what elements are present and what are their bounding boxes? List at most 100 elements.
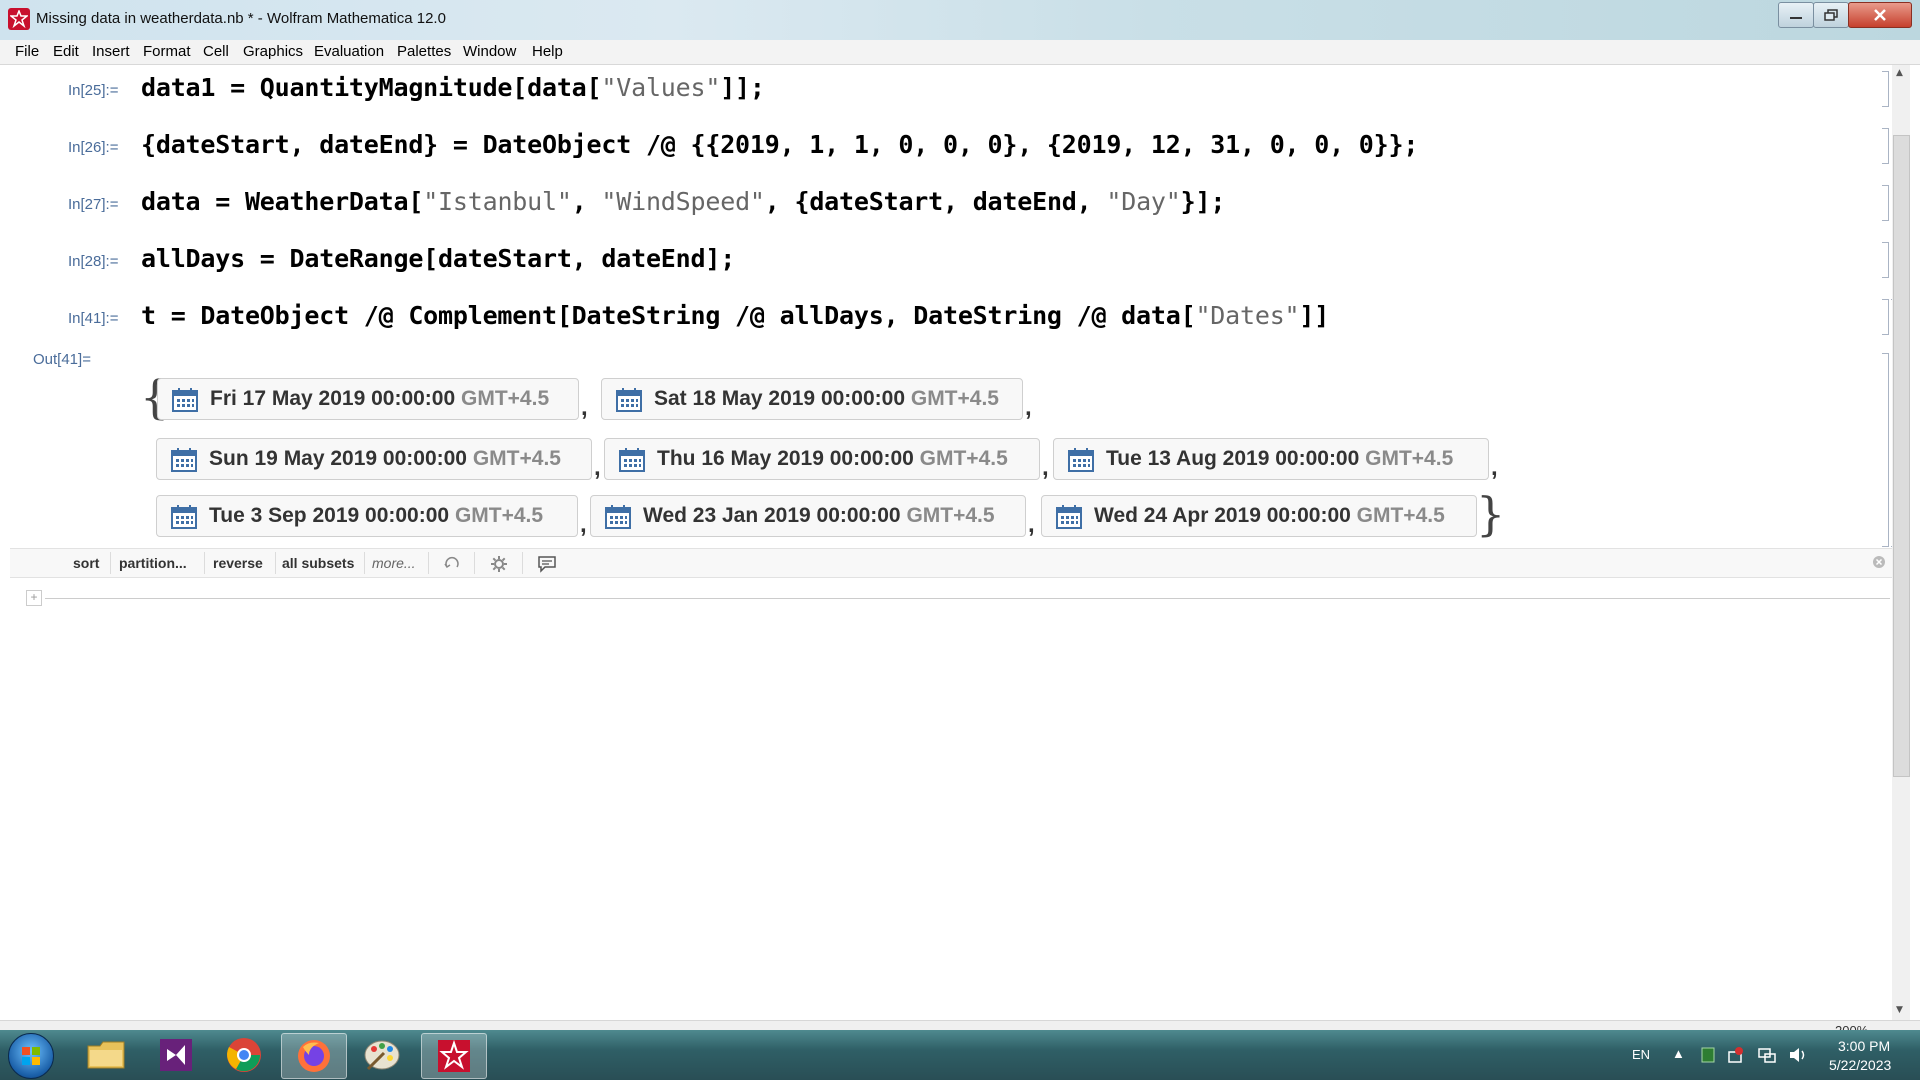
input-label: In[28]:= — [68, 253, 119, 270]
language-indicator[interactable]: EN — [1632, 1047, 1650, 1062]
minimize-button[interactable] — [1778, 2, 1814, 28]
cell-insertion-line — [45, 598, 1890, 599]
cell-bracket[interactable] — [1882, 128, 1889, 164]
comma: , — [1042, 454, 1049, 481]
timezone-text: GMT+4.5 — [1365, 447, 1454, 470]
insert-cell-button[interactable]: + — [26, 590, 42, 606]
taskbar-chrome[interactable] — [212, 1033, 276, 1077]
tray-app-icon[interactable] — [1700, 1046, 1716, 1064]
date-object[interactable]: Thu 16 May 2019 00:00:00 GMT+4.5 — [604, 438, 1040, 480]
maximize-button[interactable] — [1813, 2, 1849, 28]
clock-time[interactable]: 3:00 PM — [1838, 1038, 1890, 1054]
volume-icon[interactable] — [1788, 1046, 1808, 1064]
date-object[interactable]: Tue 13 Aug 2019 00:00:00 GMT+4.5 — [1053, 438, 1489, 480]
taskbar-firefox[interactable] — [281, 1033, 347, 1079]
date-text: Wed 23 Jan 2019 00:00:00 — [643, 504, 901, 527]
input-label: In[25]:= — [68, 82, 119, 99]
date-text: Wed 24 Apr 2019 00:00:00 — [1094, 504, 1351, 527]
taskbar-visual-studio[interactable] — [144, 1033, 208, 1077]
calendar-icon — [1068, 448, 1094, 472]
date-object[interactable]: Sat 18 May 2019 00:00:00 GMT+4.5 — [601, 378, 1023, 420]
date-text: Thu 16 May 2019 00:00:00 — [657, 447, 914, 470]
close-icon — [1874, 9, 1886, 21]
cell-bracket[interactable] — [1882, 185, 1889, 221]
comma: , — [581, 394, 588, 421]
cell-bracket[interactable] — [1882, 71, 1889, 107]
input-cell-code[interactable]: {dateStart, dateEnd} = DateObject /@ {{2… — [141, 130, 1418, 159]
menu-file[interactable]: File — [15, 43, 39, 60]
timezone-text: GMT+4.5 — [454, 504, 544, 527]
scrollbar-thumb[interactable] — [1893, 135, 1910, 777]
input-cell-code[interactable]: data = WeatherData["Istanbul", "WindSpee… — [141, 187, 1225, 216]
mathematica-icon — [438, 1039, 470, 1072]
suggestion-reverse[interactable]: reverse — [213, 555, 263, 571]
suggestion-sort[interactable]: sort — [73, 555, 99, 571]
output-label: Out[41]= — [33, 351, 91, 368]
menu-window[interactable]: Window — [463, 43, 516, 60]
history-icon[interactable] — [443, 555, 461, 571]
action-center-icon[interactable] — [1726, 1046, 1744, 1064]
scroll-down-icon[interactable]: ▼ — [1896, 1005, 1903, 1015]
date-object[interactable]: Sun 19 May 2019 00:00:00 GMT+4.5 — [156, 438, 592, 480]
input-cell-code[interactable]: t = DateObject /@ Complement[DateString … — [141, 301, 1329, 330]
taskbar-file-explorer[interactable] — [74, 1033, 138, 1077]
date-object[interactable]: Wed 23 Jan 2019 00:00:00 GMT+4.5 — [590, 495, 1026, 537]
date-text: Tue 13 Aug 2019 00:00:00 — [1106, 447, 1360, 470]
show-hidden-icons[interactable]: ▲ — [1672, 1046, 1685, 1061]
date-object[interactable]: Tue 3 Sep 2019 00:00:00 GMT+4.5 — [156, 495, 578, 537]
timezone-text: GMT+4.5 — [906, 504, 995, 527]
timezone-text: GMT+4.5 — [910, 387, 999, 410]
comma: , — [1025, 394, 1032, 421]
cell-bracket[interactable] — [1882, 242, 1889, 278]
calendar-icon — [619, 448, 645, 472]
scroll-up-icon[interactable]: ▲ — [1896, 68, 1903, 78]
comma: , — [1491, 454, 1498, 481]
input-cell-code[interactable]: data1 = QuantityMagnitude[data["Values"]… — [141, 73, 765, 102]
start-button[interactable] — [8, 1033, 54, 1079]
input-label: In[27]:= — [68, 196, 119, 213]
firefox-icon — [298, 1040, 330, 1072]
suggestion-all-subsets[interactable]: all subsets — [282, 555, 354, 571]
timezone-text: GMT+4.5 — [919, 447, 1008, 470]
timezone-text: GMT+4.5 — [472, 447, 561, 470]
folder-icon — [87, 1041, 125, 1069]
menu-edit[interactable]: Edit — [53, 43, 79, 60]
close-brace: } — [1476, 487, 1506, 541]
calendar-icon — [171, 505, 197, 529]
menu-format[interactable]: Format — [143, 43, 191, 60]
cell-bracket[interactable] — [1882, 299, 1889, 335]
window-title: Missing data in weatherdata.nb * - Wolfr… — [36, 10, 446, 27]
mathematica-icon[interactable] — [8, 8, 30, 30]
date-text: Sat 18 May 2019 00:00:00 — [654, 387, 906, 410]
date-object[interactable]: Wed 24 Apr 2019 00:00:00 GMT+4.5 — [1041, 495, 1477, 537]
suggestion-more[interactable]: more... — [372, 555, 416, 571]
timezone-text: GMT+4.5 — [1356, 504, 1445, 527]
menu-evaluation[interactable]: Evaluation — [314, 43, 384, 60]
menu-insert[interactable]: Insert — [92, 43, 130, 60]
date-text: Tue 3 Sep 2019 00:00:00 — [209, 504, 450, 527]
feedback-icon[interactable] — [537, 555, 557, 573]
vertical-scrollbar[interactable]: ▲ ▼ — [1892, 65, 1910, 1020]
chrome-icon — [227, 1038, 261, 1072]
menu-palettes[interactable]: Palettes — [397, 43, 451, 60]
date-object[interactable]: Fri 17 May 2019 00:00:00 GMT+4.5 — [157, 378, 579, 420]
timezone-text: GMT+4.5 — [461, 387, 550, 410]
menu-graphics[interactable]: Graphics — [243, 43, 303, 60]
network-icon[interactable] — [1757, 1046, 1777, 1064]
comma: , — [594, 454, 601, 481]
minimize-icon — [1790, 17, 1802, 19]
date-text: Fri 17 May 2019 00:00:00 — [210, 387, 456, 410]
close-button[interactable] — [1848, 2, 1912, 28]
input-label: In[26]:= — [68, 139, 119, 156]
taskbar-paint[interactable] — [350, 1033, 414, 1077]
gear-icon[interactable] — [490, 555, 508, 573]
clock-date[interactable]: 5/22/2023 — [1829, 1057, 1891, 1073]
output-cell-bracket[interactable] — [1882, 353, 1889, 547]
taskbar-mathematica[interactable] — [421, 1033, 487, 1079]
input-cell-code[interactable]: allDays = DateRange[dateStart, dateEnd]; — [141, 244, 735, 273]
menu-help[interactable]: Help — [532, 43, 563, 60]
close-suggestions-icon[interactable] — [1872, 555, 1886, 569]
menu-cell[interactable]: Cell — [203, 43, 229, 60]
input-label: In[41]:= — [68, 310, 119, 327]
suggestion-partition[interactable]: partition... — [119, 555, 187, 571]
